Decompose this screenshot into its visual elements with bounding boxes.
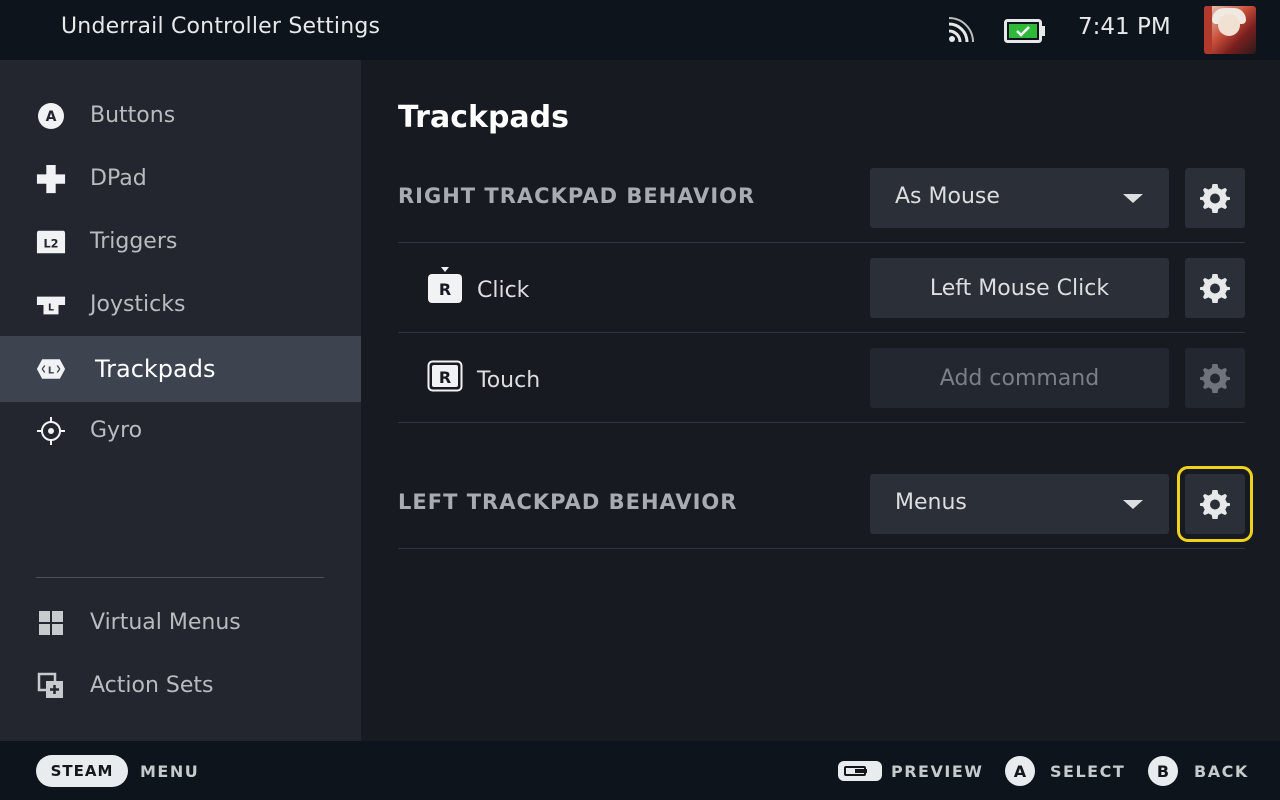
a-button-icon: A [1005,756,1035,786]
touch-settings-button[interactable] [1185,348,1245,408]
sidebar-item-virtual-menus[interactable]: Virtual Menus [0,591,361,654]
joystick-icon: L [36,290,66,320]
svg-text:A: A [46,109,57,125]
b-button-icon: B [1148,756,1178,786]
sidebar-item-label: Gyro [90,418,143,443]
gear-icon [1200,274,1230,303]
battery-charging-icon [1004,19,1045,43]
preview-icon [838,761,882,781]
page-title: Trackpads [398,100,569,135]
steam-button[interactable]: STEAM [36,755,128,787]
sidebar-item-buttons[interactable]: A Buttons [0,84,361,147]
svg-text:R: R [439,368,451,387]
dropdown-value: Menus [895,490,967,515]
sidebar-item-triggers[interactable]: L2 Triggers [0,210,361,273]
right-trackpad-behavior-label: RIGHT TRACKPAD BEHAVIOR [398,184,756,208]
chevron-down-icon [1123,500,1143,509]
window-title: Underrail Controller Settings [61,14,381,39]
gear-icon [1200,184,1230,213]
sidebar-item-label: Action Sets [90,673,214,698]
back-hint-label[interactable]: BACK [1194,762,1249,781]
wifi-icon [948,17,974,43]
touch-add-command-button[interactable]: Add command [870,348,1169,408]
trackpad-icon: L [36,354,66,384]
select-hint-label[interactable]: SELECT [1050,762,1125,781]
l2-trigger-icon: L2 [36,227,66,257]
svg-text:L: L [48,302,54,313]
click-command-button[interactable]: Left Mouse Click [870,258,1169,318]
r-trackpad-touch-icon: R [427,360,463,391]
svg-text:L: L [48,365,54,376]
sidebar-item-gyro[interactable]: Gyro [0,399,361,462]
left-trackpad-behavior-label: LEFT TRACKPAD BEHAVIOR [398,490,738,514]
right-trackpad-click-binding: R Click [427,266,529,303]
sidebar: A Buttons DPad L2 Triggers L Joysticks L… [0,60,361,741]
left-trackpad-settings-button[interactable] [1177,466,1253,542]
svg-text:R: R [439,280,451,299]
click-label: Click [477,278,530,303]
right-trackpad-settings-button[interactable] [1185,168,1245,228]
right-trackpad-behavior-dropdown[interactable]: As Mouse [870,168,1169,228]
dropdown-value: As Mouse [895,184,1000,209]
sidebar-divider [36,577,324,578]
gear-icon [1200,490,1230,519]
sidebar-item-label: Triggers [90,229,178,254]
sidebar-item-action-sets[interactable]: Action Sets [0,654,361,717]
row-divider [398,242,1245,243]
row-divider [398,548,1245,549]
preview-hint-label[interactable]: PREVIEW [891,762,983,781]
svg-text:L2: L2 [44,237,59,250]
action-sets-icon [36,671,66,701]
row-divider [398,332,1245,333]
click-settings-button[interactable] [1185,258,1245,318]
virtual-menus-icon [36,608,66,638]
touch-label: Touch [477,368,541,393]
clock: 7:41 PM [1078,14,1171,40]
top-bar: Underrail Controller Settings 7:41 PM [0,0,1280,60]
sidebar-item-label: Virtual Menus [90,610,241,635]
sidebar-item-trackpads[interactable]: L Trackpads [0,336,361,402]
row-divider [398,422,1245,423]
chevron-down-icon [1123,194,1143,203]
dpad-icon [36,164,66,194]
footer-hints: STEAM MENU PREVIEW A SELECT B BACK [0,741,1280,800]
r-trackpad-click-icon: R [428,266,462,303]
sidebar-item-label: DPad [90,166,147,191]
menu-hint-label: MENU [140,762,200,781]
sidebar-item-dpad[interactable]: DPad [0,147,361,210]
sidebar-item-label: Buttons [90,103,176,128]
right-trackpad-touch-binding: R Touch [427,356,540,393]
sidebar-item-label: Joysticks [90,292,186,317]
sidebar-item-label: Trackpads [95,355,216,383]
left-trackpad-behavior-dropdown[interactable]: Menus [870,474,1169,534]
sidebar-item-joysticks[interactable]: L Joysticks [0,273,361,336]
gear-icon [1200,364,1230,393]
avatar[interactable] [1204,6,1256,54]
a-button-icon: A [36,101,66,131]
gyro-icon [36,416,66,446]
trackpads-panel: Trackpads RIGHT TRACKPAD BEHAVIOR As Mou… [361,60,1280,741]
